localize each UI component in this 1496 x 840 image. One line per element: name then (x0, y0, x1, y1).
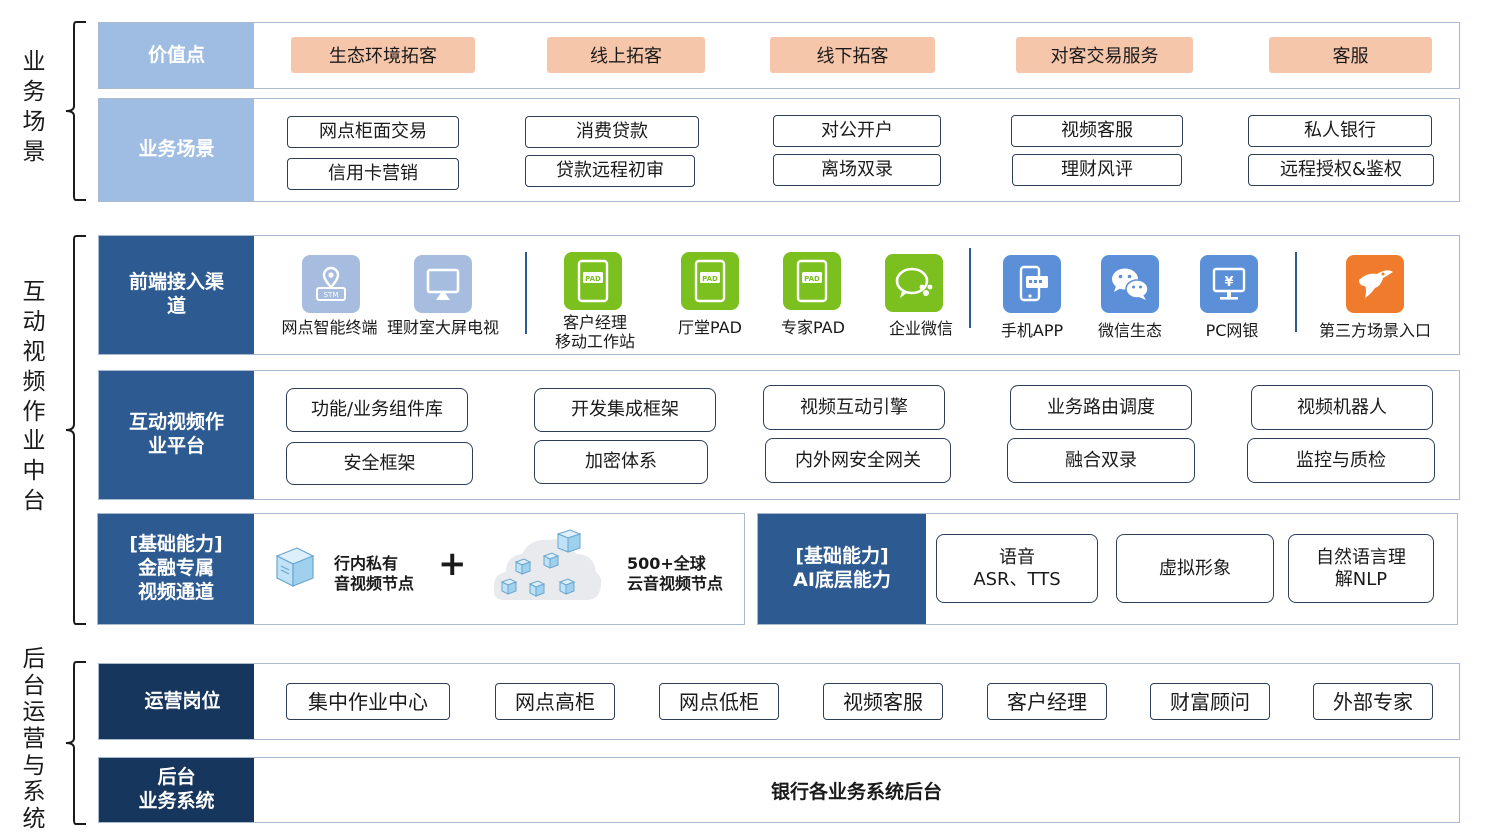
channel-label: 第三方场景入口 (1318, 321, 1431, 340)
channel-label: 微信生态 (1097, 321, 1162, 340)
platform-item[interactable]: 安全框架 (286, 442, 473, 485)
value-chip[interactable]: 线上拓客 (547, 37, 705, 73)
channel-label: 企业微信 (888, 319, 953, 338)
system-row-content: 银行各业务系统后台 (770, 780, 942, 803)
scene-row-head: 业务场景 (99, 99, 254, 201)
scene-item[interactable]: 信用卡营销 (287, 158, 459, 190)
brace-business (65, 21, 86, 201)
platform-item[interactable]: 内外网安全网关 (765, 438, 951, 483)
channel-separator (1295, 252, 1297, 332)
ops-row: 运营岗位 集中作业中心 网点高柜 网点低柜 视频客服 客户经理 财富顾问 外部专… (98, 663, 1460, 740)
screen-cast-icon[interactable] (414, 255, 472, 313)
scene-item[interactable]: 视频客服 (1011, 115, 1183, 147)
pad-icon[interactable]: PAD (681, 252, 739, 310)
system-row: 后台 业务系统 银行各业务系统后台 (98, 757, 1460, 823)
platform-row: 互动视频作业平台 功能/业务组件库 安全框架 开发集成框架 加密体系 视频互动引… (98, 370, 1460, 500)
scene-item[interactable]: 远程授权&鉴权 (1248, 154, 1434, 186)
brace-interaction (65, 235, 86, 625)
pad-badge: PAD (585, 275, 601, 283)
yen-badge: ¥ (1224, 275, 1233, 290)
finance-row-head: [基础能力] 金融专属 视频通道 (98, 514, 254, 624)
pc-bank-icon[interactable]: ¥ (1200, 255, 1258, 313)
value-chip[interactable]: 生态环境拓客 (291, 37, 475, 73)
finance-row: [基础能力] 金融专属 视频通道 行内私有 音视频节点 + 500+全球 云音视… (97, 513, 745, 625)
channel-label: 手机APP (1000, 321, 1064, 340)
stm-terminal-icon[interactable]: STM (302, 255, 360, 313)
mobile-app-icon[interactable] (1003, 255, 1061, 313)
pad-icon[interactable]: PAD (783, 252, 841, 310)
value-chip[interactable]: 客服 (1269, 37, 1432, 73)
scene-item[interactable]: 对公开户 (773, 115, 941, 147)
channel-label: 客户经理 移动工作站 (554, 313, 635, 352)
channel-row: 前端接入渠道 STM 网点智能终端 理财室大屏电视 PAD 客户经理 移动工作站 (98, 235, 1460, 355)
value-row: 价值点 生态环境拓客 线上拓客 线下拓客 对客交易服务 客服 (98, 22, 1460, 89)
server-cube-icon (275, 547, 315, 587)
ops-item[interactable]: 集中作业中心 (286, 683, 450, 720)
platform-item[interactable]: 业务路由调度 (1010, 385, 1192, 430)
plus-sign: + (438, 544, 467, 584)
system-row-head: 后台 业务系统 (99, 758, 254, 822)
value-chip[interactable]: 对客交易服务 (1016, 37, 1193, 73)
scene-item[interactable]: 理财风评 (1012, 154, 1182, 186)
section-label-business: 业务场景 (22, 49, 46, 165)
ai-row-head: [基础能力] AI底层能力 (758, 514, 926, 624)
channel-separator (969, 248, 971, 328)
brace-backend (65, 661, 86, 825)
channel-label: 厅堂PAD (678, 318, 742, 337)
section-label-backend: 后台运营与系统 (22, 646, 46, 833)
scene-item[interactable]: 贷款远程初审 (525, 155, 695, 187)
platform-item[interactable]: 加密体系 (534, 440, 708, 484)
scene-item[interactable]: 离场双录 (773, 154, 941, 186)
ai-item[interactable]: 自然语言理 解NLP (1288, 534, 1434, 603)
third-party-icon[interactable] (1346, 255, 1404, 313)
platform-item[interactable]: 融合双录 (1007, 438, 1195, 483)
stm-badge: STM (324, 291, 339, 299)
channel-label: 网点智能终端 (281, 318, 378, 337)
platform-item[interactable]: 监控与质检 (1247, 438, 1435, 483)
channel-separator (525, 252, 527, 334)
platform-item[interactable]: 开发集成框架 (534, 388, 716, 432)
value-row-head: 价值点 (99, 23, 254, 88)
scene-row: 业务场景 网点柜面交易 信用卡营销 消费贷款 贷款远程初审 对公开户 离场双录 … (98, 98, 1460, 202)
ops-item[interactable]: 财富顾问 (1150, 683, 1270, 720)
channel-label: PC网银 (1205, 321, 1259, 340)
value-chip[interactable]: 线下拓客 (770, 37, 935, 73)
ai-item[interactable]: 语音 ASR、TTS (936, 534, 1098, 603)
ops-item[interactable]: 网点低柜 (659, 683, 779, 720)
section-label-interaction: 互动视频作业中台 (22, 279, 46, 515)
pad-badge: PAD (702, 275, 718, 283)
pad-icon[interactable]: PAD (564, 252, 622, 310)
platform-row-head: 互动视频作业平台 (99, 371, 254, 499)
channel-row-head: 前端接入渠道 (99, 236, 254, 354)
scene-item[interactable]: 私人银行 (1248, 115, 1432, 147)
global-node-label: 500+全球 云音视频节点 (627, 554, 724, 593)
platform-item[interactable]: 视频机器人 (1251, 385, 1433, 430)
ops-item[interactable]: 客户经理 (987, 683, 1107, 720)
wechat-icon[interactable] (1101, 255, 1159, 313)
ai-item[interactable]: 虚拟形象 (1116, 534, 1274, 603)
channel-label: 理财室大屏电视 (386, 318, 499, 337)
ops-item[interactable]: 视频客服 (823, 683, 943, 720)
ops-item[interactable]: 网点高柜 (495, 683, 615, 720)
ops-row-head: 运营岗位 (99, 664, 254, 739)
wecom-icon[interactable] (885, 254, 943, 312)
cloud-nodes-icon (493, 529, 602, 600)
channel-label: 专家PAD (781, 318, 845, 337)
scene-item[interactable]: 网点柜面交易 (287, 116, 459, 148)
ai-row: [基础能力] AI底层能力 语音 ASR、TTS 虚拟形象 自然语言理 解NLP (757, 513, 1458, 625)
platform-item[interactable]: 视频互动引擎 (763, 385, 945, 430)
private-node-label: 行内私有 音视频节点 (334, 554, 415, 593)
pad-badge: PAD (804, 275, 820, 283)
platform-item[interactable]: 功能/业务组件库 (286, 388, 468, 432)
ops-item[interactable]: 外部专家 (1313, 683, 1433, 720)
scene-item[interactable]: 消费贷款 (525, 116, 699, 148)
